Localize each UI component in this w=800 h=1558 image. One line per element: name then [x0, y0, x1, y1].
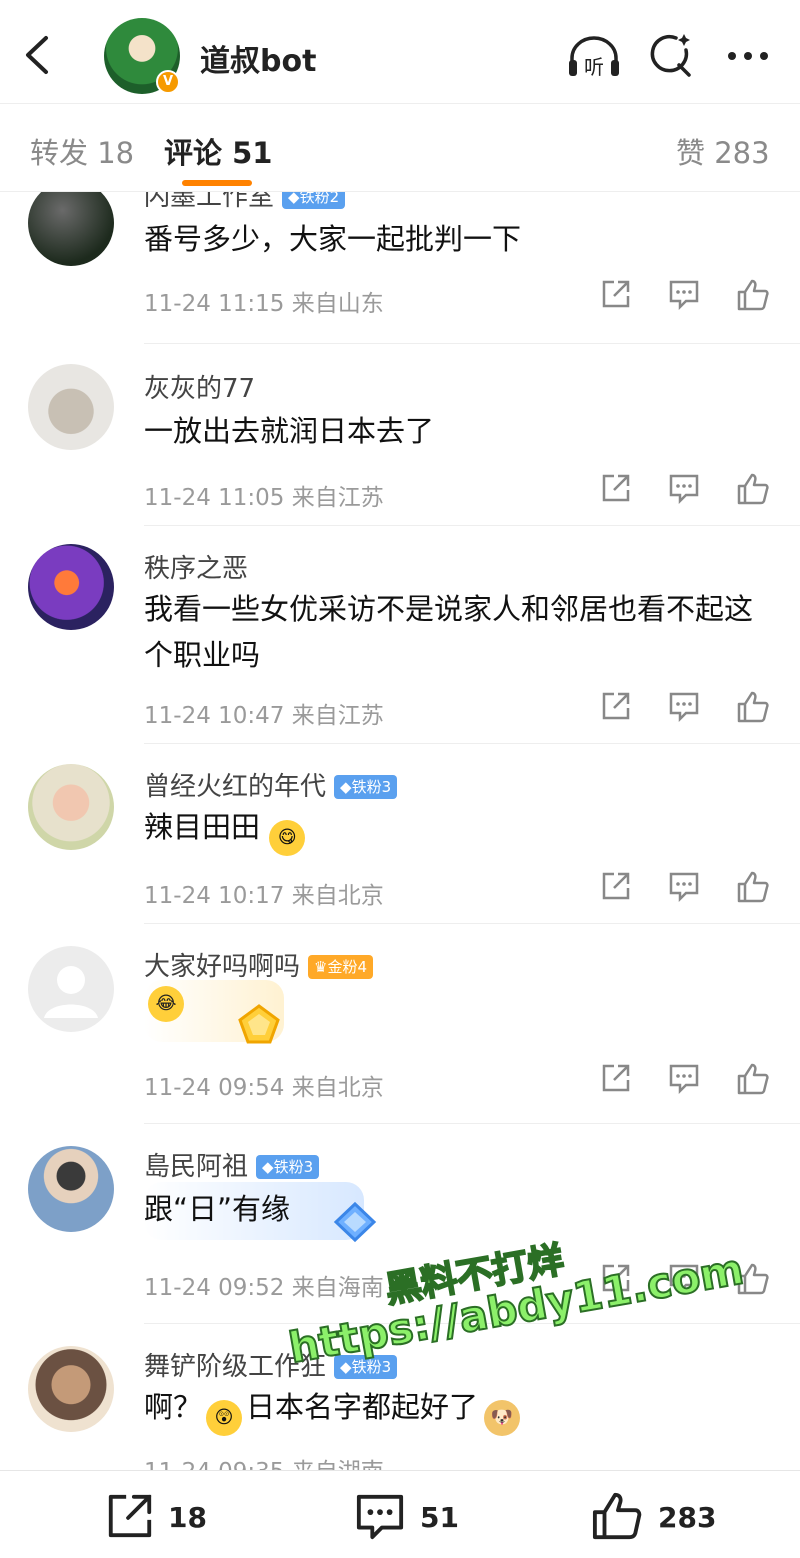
surprised-face-emoji-icon: 😲 — [206, 1400, 243, 1436]
like-icon[interactable] — [736, 870, 770, 904]
fan-badge: ◆铁粉3 — [256, 1155, 320, 1179]
like-thumb-icon[interactable] — [590, 1491, 644, 1541]
avatar[interactable] — [28, 192, 114, 266]
comment-list: 闪墨工作室 ◆铁粉2 番号多少，大家一起批判一下 11-24 11:15 来自山东… — [0, 192, 800, 1470]
reply-icon[interactable] — [668, 690, 700, 722]
comment-actions — [596, 870, 776, 910]
comment-meta: 11-24 10:47 来自江苏 — [144, 703, 384, 729]
comment-author[interactable]: 曾经火红的年代 ◆铁粉3 — [144, 766, 398, 803]
comment-icon[interactable] — [352, 1491, 408, 1541]
like-icon[interactable] — [736, 1062, 770, 1096]
listen-label: 听 — [584, 55, 604, 79]
comment-meta: 11-24 09:54 来自北京 — [144, 1075, 384, 1101]
verified-badge: V — [156, 70, 180, 94]
comment-text: 啊？ 😲 日本名字都起好了 🐶 — [144, 1384, 774, 1436]
repost-icon[interactable] — [104, 1491, 156, 1541]
comment-item: 大家好吗啊吗 ♛金粉4 😂 11-24 09:54 来自北京 — [0, 924, 800, 1124]
comment-text: 我看一些女优采访不是说家人和邻居也看不起这个职业吗 — [144, 592, 754, 672]
avatar[interactable] — [28, 1146, 114, 1232]
comment-meta: 11-24 09:35 来自湖南 — [144, 1452, 384, 1470]
like-count[interactable]: 283 — [658, 1501, 716, 1534]
avatar[interactable] — [28, 544, 114, 630]
comment-text: 辣目田田 😋 — [144, 804, 774, 856]
reply-icon[interactable] — [668, 1062, 700, 1094]
share-icon[interactable] — [600, 690, 632, 722]
listen-headphones-icon[interactable]: 听 — [566, 30, 622, 80]
avatar[interactable] — [28, 364, 114, 450]
comment-author[interactable]: 大家好吗啊吗 ♛金粉4 — [144, 946, 374, 983]
top-bar: V 道叔bot 听 — [0, 0, 800, 104]
fan-badge: ◆铁粉2 — [282, 192, 346, 209]
default-avatar-icon — [44, 966, 98, 1018]
avatar[interactable] — [28, 764, 114, 850]
gold-gem-icon — [238, 1004, 280, 1044]
comment-text: 一放出去就润日本去了 — [144, 414, 435, 448]
like-icon[interactable] — [736, 690, 770, 724]
share-icon[interactable] — [600, 472, 632, 504]
share-icon[interactable] — [600, 278, 632, 310]
like-icon[interactable] — [736, 472, 770, 506]
tab-bar: 转发 18 评论 51 赞 283 — [0, 104, 800, 192]
tab-reposts[interactable]: 转发 18 — [30, 130, 134, 172]
comment-meta: 11-24 11:05 来自江苏 — [144, 485, 384, 511]
comment-actions — [596, 690, 776, 730]
comment-actions — [596, 278, 776, 318]
doge-emoji-icon: 🐶 — [484, 1400, 521, 1436]
comment-text: 跟“日”有缘 — [144, 1192, 291, 1226]
comment-meta: 11-24 11:15 来自山东 — [144, 291, 384, 317]
fan-badge: ◆铁粉3 — [334, 775, 398, 799]
comment-meta: 11-24 10:17 来自北京 — [144, 883, 384, 909]
share-icon[interactable] — [600, 1062, 632, 1094]
avatar[interactable] — [28, 946, 114, 1032]
comment-item: 灰灰的77 一放出去就润日本去了 11-24 11:05 来自江苏 — [0, 344, 800, 526]
comment-item: 曾经火红的年代 ◆铁粉3 辣目田田 😋 11-24 10:17 来自北京 — [0, 744, 800, 924]
comment-author[interactable]: 灰灰的77 — [144, 368, 255, 405]
back-arrow-icon[interactable] — [18, 30, 58, 80]
reply-icon[interactable] — [668, 870, 700, 902]
reply-icon[interactable] — [668, 472, 700, 504]
blue-gem-icon — [333, 1201, 377, 1243]
comment-author[interactable]: 島民阿祖 ◆铁粉3 — [144, 1146, 320, 1183]
comment-text: 番号多少，大家一起批判一下 — [144, 222, 522, 256]
comment-author[interactable]: 闪墨工作室 ◆铁粉2 — [144, 192, 346, 213]
repost-count[interactable]: 18 — [168, 1501, 207, 1534]
active-tab-indicator — [182, 180, 252, 186]
page-title: 道叔bot — [200, 44, 317, 79]
comment-author[interactable]: 秩序之恶 — [144, 548, 248, 585]
comment-meta: 11-24 09:52 来自海南 — [144, 1275, 384, 1301]
comment-actions — [596, 472, 776, 512]
more-options-icon[interactable] — [724, 30, 772, 80]
comment-count[interactable]: 51 — [420, 1501, 459, 1534]
avatar[interactable] — [28, 1346, 114, 1432]
tab-comments[interactable]: 评论 51 — [164, 130, 272, 172]
fan-badge: ♛金粉4 — [308, 955, 374, 979]
search-icon[interactable] — [646, 30, 696, 80]
comment-item: 秩序之恶 我看一些女优采访不是说家人和邻居也看不起这个职业吗 11-24 10:… — [0, 526, 800, 744]
like-icon[interactable] — [736, 278, 770, 312]
tab-likes[interactable]: 赞 283 — [676, 130, 770, 172]
savoring-face-emoji-icon: 😋 — [269, 820, 306, 856]
bottom-action-bar: 18 51 283 — [0, 1470, 800, 1558]
laughing-tears-emoji-icon: 😂 — [148, 986, 184, 1022]
comment-actions — [596, 1062, 776, 1102]
comment-item: 闪墨工作室 ◆铁粉2 番号多少，大家一起批判一下 11-24 11:15 来自山东 — [0, 192, 800, 344]
reply-icon[interactable] — [668, 278, 700, 310]
share-icon[interactable] — [600, 870, 632, 902]
